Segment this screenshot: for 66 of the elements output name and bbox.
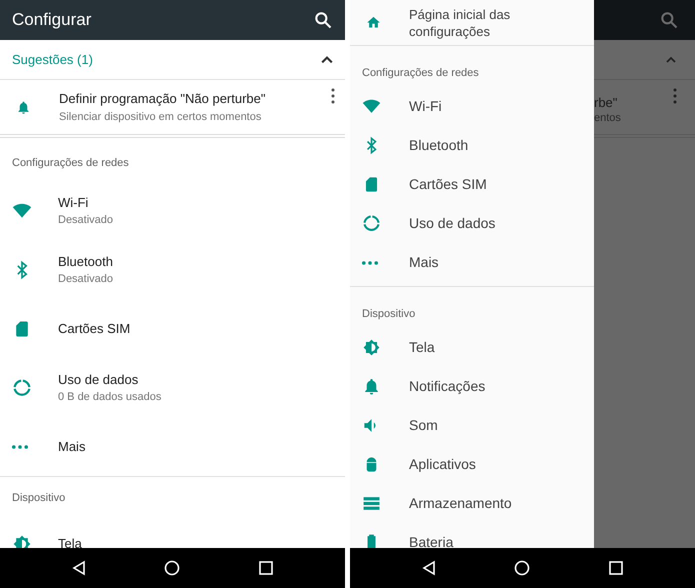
drawer-item[interactable]: Cartões SIM — [350, 165, 594, 204]
item-subtitle: 0 B de dados usados — [58, 390, 162, 405]
bell-icon — [16, 100, 31, 114]
suggestion-subtitle: Silenciar dispositivo em certos momentos — [59, 110, 262, 124]
drawer-item[interactable]: Uso de dados — [350, 204, 594, 243]
data-usage-icon — [12, 378, 32, 398]
suggestions-header[interactable]: Sugestões (1) — [0, 40, 345, 80]
drawer-item[interactable]: Mais — [350, 243, 594, 282]
item-title: Som — [409, 416, 438, 435]
item-title: Página inicial das configurações — [409, 6, 512, 40]
drawer-item[interactable]: Tela — [350, 328, 594, 367]
drawer-item[interactable]: Bluetooth — [350, 126, 594, 165]
more-icon — [12, 444, 28, 448]
app-title: Configurar — [12, 9, 92, 32]
item-title: Mais — [58, 438, 86, 456]
brightness-icon — [362, 338, 381, 357]
suggestion-subtitle: entos — [594, 111, 621, 125]
item-title: Cartões SIM — [409, 175, 487, 194]
section-header: Dispositivo — [362, 308, 416, 320]
search-icon[interactable] — [313, 10, 333, 30]
drawer-item[interactable]: Wi-Fi — [350, 87, 594, 126]
settings-item[interactable]: Cartões SIM — [0, 299, 345, 358]
home-circle-icon[interactable] — [514, 560, 530, 576]
item-title: Armazenamento — [409, 494, 512, 513]
storage-icon — [362, 494, 381, 513]
item-title: Bluetooth — [409, 136, 468, 155]
section-header: Configurações de redes — [12, 157, 129, 169]
item-title: Bluetooth — [58, 252, 114, 270]
item-title: Uso de dados — [58, 370, 140, 388]
drawer-item[interactable]: Som — [350, 406, 594, 445]
drawer-item[interactable]: Bateria — [350, 523, 594, 548]
more-options-icon[interactable] — [329, 88, 337, 104]
item-subtitle: Desativado — [58, 272, 114, 287]
settings-item[interactable]: Bluetooth Desativado — [0, 240, 345, 299]
item-title: Tela — [58, 534, 82, 548]
item-title: Aplicativos — [409, 455, 476, 474]
suggestion-title: rbe" — [594, 95, 618, 111]
drawer-item[interactable]: Aplicativos — [350, 445, 594, 484]
recents-icon[interactable] — [258, 560, 274, 576]
item-title: Tela — [409, 338, 435, 357]
item-title: Uso de dados — [409, 214, 496, 233]
settings-item[interactable]: Wi-Fi Desativado — [0, 181, 345, 240]
item-subtitle: Desativado — [58, 213, 114, 228]
settings-item[interactable]: Mais — [0, 417, 345, 476]
home-circle-icon[interactable] — [164, 560, 180, 576]
drawer-item[interactable]: Notificações — [350, 367, 594, 406]
recents-icon[interactable] — [608, 560, 624, 576]
back-icon[interactable] — [70, 560, 87, 576]
more-options-icon — [671, 88, 679, 104]
item-title: Wi-Fi — [409, 97, 442, 116]
item-title: Mais — [409, 253, 439, 272]
item-title: Bateria — [409, 533, 454, 548]
data-usage-icon — [362, 214, 381, 233]
bell-icon — [362, 377, 381, 396]
more-icon — [362, 260, 378, 264]
suggestion-title: Definir programação "Não perturbe" — [59, 90, 266, 108]
section-header: Dispositivo — [12, 492, 66, 504]
drawer-item[interactable]: Armazenamento — [350, 484, 594, 523]
item-title: Cartões SIM — [58, 320, 130, 338]
settings-item[interactable]: Uso de dados 0 B de dados usados — [0, 358, 345, 417]
home-icon — [366, 15, 381, 30]
section-header: Configurações de redes — [362, 67, 479, 79]
item-title: Wi-Fi — [58, 194, 90, 212]
suggestion-item[interactable]: Definir programação "Não perturbe" Silenciar dispositivo em certos momentos — [0, 80, 345, 138]
back-icon[interactable] — [420, 560, 437, 576]
item-title: Notificações — [409, 377, 486, 396]
